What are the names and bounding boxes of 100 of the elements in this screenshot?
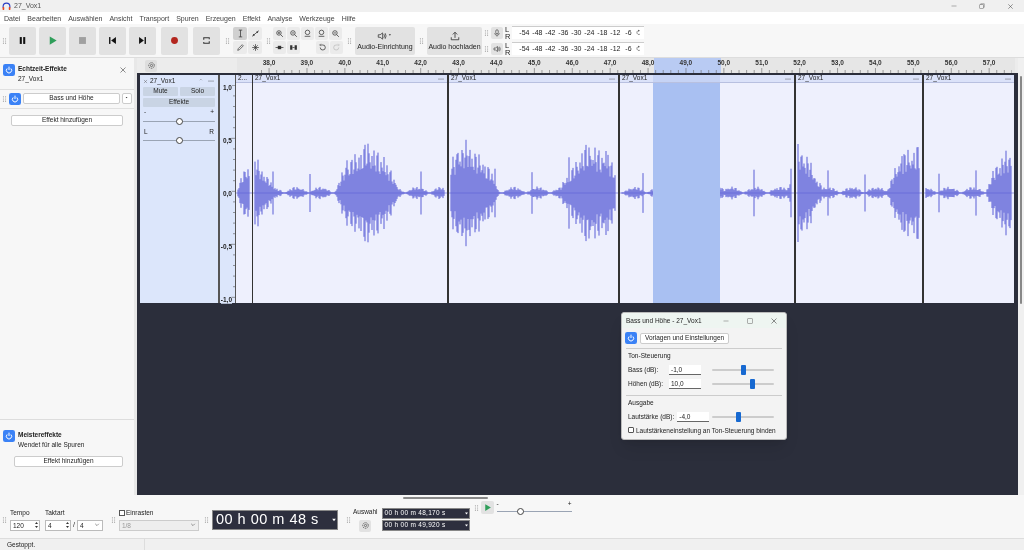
timeline-settings-button[interactable] bbox=[145, 59, 157, 72]
grip-handle[interactable] bbox=[225, 35, 230, 46]
play-icon bbox=[47, 35, 58, 46]
record-icon bbox=[169, 35, 180, 46]
grip-handle[interactable] bbox=[2, 35, 7, 46]
pause-icon bbox=[17, 35, 28, 46]
slider-thumb[interactable] bbox=[175, 137, 183, 144]
value-slider[interactable] bbox=[712, 364, 774, 375]
slider-thumb[interactable] bbox=[175, 117, 183, 125]
value-slider[interactable] bbox=[712, 411, 774, 422]
zoom-fit-icon bbox=[317, 29, 326, 38]
up-arrow-icon[interactable] bbox=[34, 521, 39, 526]
playback-meter-button[interactable] bbox=[491, 42, 503, 55]
slider-thumb[interactable] bbox=[740, 364, 746, 375]
grip-handle[interactable] bbox=[484, 27, 489, 38]
zoom-toggle-icon bbox=[331, 29, 340, 38]
zoom-fit-icon bbox=[303, 29, 312, 38]
close-icon bbox=[770, 316, 778, 325]
fit-selection-button[interactable] bbox=[301, 27, 314, 40]
grip-handle[interactable] bbox=[347, 35, 352, 46]
stop-icon bbox=[77, 35, 88, 46]
zoom-toggle-button[interactable] bbox=[329, 27, 342, 40]
close-icon bbox=[1006, 2, 1014, 10]
chevron-down-icon bbox=[189, 522, 196, 529]
fit-project-button[interactable] bbox=[315, 27, 328, 40]
pause-button[interactable] bbox=[9, 26, 36, 55]
slider-thumb[interactable] bbox=[735, 411, 741, 422]
close-icon bbox=[119, 66, 127, 74]
power-icon[interactable] bbox=[3, 64, 15, 76]
grip-handle[interactable] bbox=[2, 514, 7, 525]
asterisk-icon bbox=[250, 43, 260, 52]
skip-start-icon bbox=[107, 35, 118, 46]
up-arrow-icon[interactable] bbox=[65, 521, 70, 526]
grip-handle[interactable] bbox=[345, 514, 351, 525]
grip-handle[interactable] bbox=[110, 514, 116, 525]
chevron-down-icon bbox=[93, 522, 100, 529]
power-toggle[interactable] bbox=[3, 430, 15, 442]
caret-icon bbox=[124, 96, 130, 101]
undo-button[interactable] bbox=[316, 41, 329, 54]
restore-icon bbox=[978, 2, 986, 10]
value-slider[interactable] bbox=[712, 378, 774, 389]
grip-handle[interactable] bbox=[473, 503, 479, 513]
zoom-in-icon bbox=[275, 29, 284, 38]
minimize-icon bbox=[950, 2, 958, 10]
loop-button[interactable] bbox=[193, 26, 220, 55]
time-display[interactable]: 00 h 00 m 48 s bbox=[211, 509, 338, 530]
skip-to-start-button[interactable] bbox=[99, 26, 126, 55]
maximize-icon bbox=[746, 316, 754, 325]
trim-icon bbox=[275, 43, 284, 52]
silence-button[interactable] bbox=[287, 41, 300, 54]
zoom-out-button[interactable] bbox=[287, 27, 300, 40]
selection-settings-button[interactable] bbox=[359, 519, 372, 532]
power-toggle[interactable] bbox=[9, 92, 21, 105]
pan-slider[interactable] bbox=[143, 137, 215, 144]
power-toggle[interactable] bbox=[625, 332, 637, 344]
speaker-icon bbox=[493, 44, 501, 53]
record-button[interactable] bbox=[161, 26, 188, 55]
draw-tool-button[interactable] bbox=[233, 41, 247, 54]
trim-button[interactable] bbox=[273, 41, 286, 54]
close-track-button[interactable] bbox=[143, 78, 148, 84]
play-icon bbox=[482, 503, 492, 512]
grip-handle[interactable] bbox=[484, 43, 489, 54]
playback-speed-slider[interactable] bbox=[496, 507, 572, 515]
scrollbar-thumb[interactable] bbox=[403, 497, 488, 499]
envelope-tool-button[interactable] bbox=[248, 27, 262, 40]
gear-icon bbox=[146, 61, 156, 70]
close-button[interactable] bbox=[119, 66, 127, 74]
chevron-up-icon bbox=[199, 78, 205, 84]
skip-to-end-button[interactable] bbox=[129, 26, 156, 55]
app-logo-icon bbox=[2, 1, 11, 11]
slider-thumb[interactable] bbox=[749, 378, 755, 389]
caret-icon bbox=[330, 516, 337, 523]
reset-icon[interactable] bbox=[635, 45, 643, 52]
down-arrow-icon[interactable] bbox=[65, 525, 70, 530]
gain-slider[interactable] bbox=[143, 117, 215, 125]
grip-handle[interactable] bbox=[266, 35, 271, 46]
slider-thumb[interactable] bbox=[517, 507, 525, 515]
record-meter-button[interactable] bbox=[491, 26, 503, 39]
scrollbar-thumb[interactable] bbox=[1020, 76, 1022, 304]
down-arrow-icon[interactable] bbox=[34, 525, 39, 530]
multi-tool-button[interactable] bbox=[248, 41, 262, 54]
reset-icon[interactable] bbox=[635, 29, 643, 36]
loop-icon bbox=[201, 35, 212, 46]
silence-icon bbox=[289, 43, 298, 52]
checkbox[interactable] bbox=[628, 427, 634, 434]
grip-handle[interactable] bbox=[203, 514, 209, 525]
zoom-out-icon bbox=[289, 29, 298, 38]
grip-handle[interactable] bbox=[2, 93, 7, 104]
microphone-icon bbox=[493, 28, 501, 37]
pencil-icon bbox=[235, 43, 245, 52]
close-icon bbox=[143, 78, 148, 84]
selection-tool-button[interactable] bbox=[233, 27, 247, 40]
dropdown-button[interactable] bbox=[122, 93, 132, 104]
grip-handle[interactable] bbox=[419, 35, 424, 46]
play-at-speed-button[interactable] bbox=[480, 501, 494, 514]
zoom-in-button[interactable] bbox=[273, 27, 286, 40]
gear-icon bbox=[360, 521, 370, 531]
speaker-icon bbox=[376, 31, 387, 41]
undo-icon bbox=[318, 43, 327, 52]
upload-icon bbox=[449, 31, 460, 41]
